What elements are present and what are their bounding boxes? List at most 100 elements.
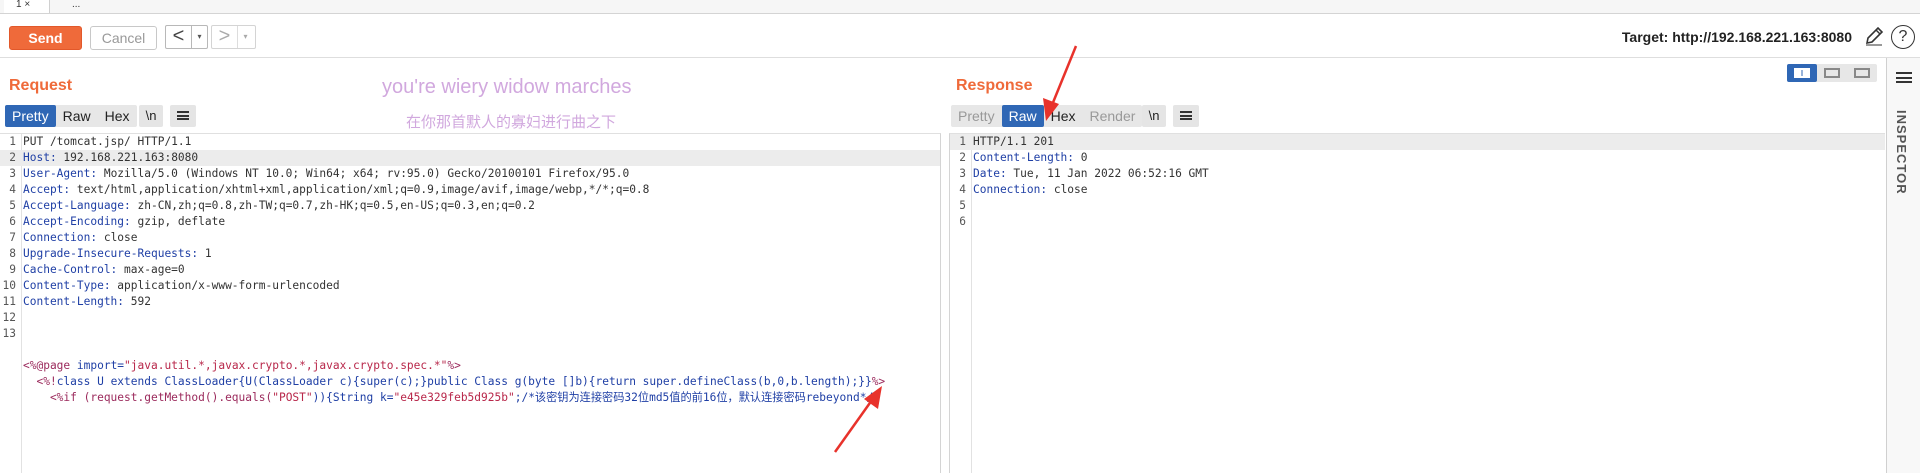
line-content: Cache-Control: max-age=0 xyxy=(23,262,185,278)
forward-history-dropdown[interactable]: ▾ xyxy=(238,26,253,48)
response-menu-icon[interactable] xyxy=(1173,105,1199,127)
header-name: User-Agent: xyxy=(23,167,98,180)
line-content: HTTP/1.1 201 xyxy=(973,134,1054,150)
request-show-newlines-button[interactable]: \n xyxy=(139,105,163,127)
header-name: Host: xyxy=(23,151,57,164)
layout-toggle-group xyxy=(1787,64,1877,82)
response-tab-render[interactable]: Render xyxy=(1083,105,1143,127)
line-number: 2 xyxy=(9,151,16,164)
code-line-5: 5 xyxy=(950,198,1885,214)
code-line-3: 3 User-Agent: Mozilla/5.0 (Windows NT 10.… xyxy=(0,166,940,182)
request-tab-hex[interactable]: Hex xyxy=(98,105,137,127)
help-icon[interactable]: ? xyxy=(1891,25,1915,49)
line-content: Date: Tue, 11 Jan 2022 06:52:16 GMT xyxy=(973,166,1209,182)
code-line-11: 11 Content-Length: 592 xyxy=(0,294,940,310)
layout-side-by-side-icon[interactable] xyxy=(1787,64,1817,82)
header-value: HTTP/1.1 201 xyxy=(973,135,1054,148)
watermark-text-en: you're wiery widow marches xyxy=(382,76,632,98)
line-content: Upgrade-Insecure-Requests: 1 xyxy=(23,246,212,262)
code-line-2: 2 Host: 192.168.221.163:8080 xyxy=(0,150,940,166)
header-name: Content-Type: xyxy=(23,279,111,292)
line-number: 5 xyxy=(959,199,966,212)
header-name: Date: xyxy=(973,167,1007,180)
line-content: Accept: text/html,application/xhtml+xml,… xyxy=(23,182,649,198)
edit-target-pencil-icon[interactable] xyxy=(1863,25,1885,47)
header-name: Connection: xyxy=(23,231,98,244)
code-line-2: 2 Content-Length: 0 xyxy=(950,150,1885,166)
request-view-tabs: Pretty Raw Hex xyxy=(5,105,137,127)
code-line-3: 3 Date: Tue, 11 Jan 2022 06:52:16 GMT xyxy=(950,166,1885,182)
line-content: Connection: close xyxy=(23,230,138,246)
request-menu-icon[interactable] xyxy=(170,105,196,127)
response-show-newlines-button[interactable]: \n xyxy=(1142,105,1166,127)
code-line-15: <%if (request.getMethod().equals("POST")… xyxy=(23,391,880,404)
request-editor[interactable]: 1 PUT /tomcat.jsp/ HTTP/1.1 2 Host: 192.168… xyxy=(0,133,941,473)
line-number: 6 xyxy=(959,215,966,228)
repeater-tab-1[interactable]: 1 × xyxy=(4,0,50,13)
line-number: 4 xyxy=(959,183,966,196)
response-tab-raw[interactable]: Raw xyxy=(1001,105,1044,127)
line-number: 2 xyxy=(959,151,966,164)
send-button[interactable]: Send xyxy=(9,26,82,50)
code-line-12: 12 xyxy=(0,310,940,326)
back-history-dropdown[interactable]: ▾ xyxy=(192,26,207,48)
line-content: Content-Length: 0 xyxy=(973,150,1088,166)
response-tab-pretty[interactable]: Pretty xyxy=(951,105,1002,127)
header-name: Accept: xyxy=(23,183,71,196)
line-content: Accept-Language: zh-CN,zh;q=0.8,zh-TW;q=… xyxy=(23,198,535,214)
line-content: Content-Length: 592 xyxy=(23,294,151,310)
repeater-toolbar: Send Cancel < ▾ > ▾ Target: http://192.1… xyxy=(0,14,1920,58)
layout-tabs-icon[interactable] xyxy=(1847,64,1877,82)
history-forward-group: > ▾ xyxy=(211,25,256,49)
code-line-10: 10 Content-Type: application/x-www-form-u… xyxy=(0,278,940,294)
line-number: 11 xyxy=(2,295,16,308)
tab-strip: 1 × ... xyxy=(0,0,1920,14)
header-value: Tue, 11 Jan 2022 06:52:16 GMT xyxy=(1006,167,1209,180)
header-value: zh-CN,zh;q=0.8,zh-TW;q=0.7,zh-HK;q=0.5,e… xyxy=(130,199,535,212)
line-number: 1 xyxy=(9,135,16,148)
line-number: 7 xyxy=(9,231,16,244)
header-name: Accept-Encoding: xyxy=(23,215,131,228)
back-button[interactable]: < xyxy=(166,26,192,48)
response-view-tabs: Pretty Raw Hex Render xyxy=(951,105,1143,127)
line-number: 8 xyxy=(9,247,16,260)
header-value: max-age=0 xyxy=(117,263,185,276)
response-tab-hex[interactable]: Hex xyxy=(1044,105,1083,127)
request-tab-raw[interactable]: Raw xyxy=(56,105,98,127)
line-number: 1 xyxy=(959,135,966,148)
response-title: Response xyxy=(956,77,1033,94)
header-name: Content-Length: xyxy=(973,151,1075,164)
history-back-group: < ▾ xyxy=(165,25,208,49)
header-name: Content-Length: xyxy=(23,295,125,308)
header-value: PUT /tomcat.jsp/ HTTP/1.1 xyxy=(23,135,192,148)
forward-button[interactable]: > xyxy=(212,26,238,48)
header-value: 1 xyxy=(198,247,212,260)
cancel-button[interactable]: Cancel xyxy=(90,26,157,50)
header-value: gzip, deflate xyxy=(130,215,226,228)
new-tab-button[interactable]: ... xyxy=(72,0,80,13)
inspector-label: INSPECTOR xyxy=(1894,110,1909,195)
header-value: 592 xyxy=(124,295,151,308)
layout-top-bottom-icon[interactable] xyxy=(1817,64,1847,82)
line-content: PUT /tomcat.jsp/ HTTP/1.1 xyxy=(23,134,191,150)
code-line-1: 1 HTTP/1.1 201 xyxy=(950,134,1885,150)
header-name: Connection: xyxy=(973,183,1048,196)
code-line-9: 9 Cache-Control: max-age=0 xyxy=(0,262,940,278)
header-name: Cache-Control: xyxy=(23,263,118,276)
header-value: text/html,application/xhtml+xml,applicat… xyxy=(70,183,650,196)
code-line-8: 8 Upgrade-Insecure-Requests: 1 xyxy=(0,246,940,262)
code-line-4: 4 Accept: text/html,application/xhtml+xml… xyxy=(0,182,940,198)
inspector-panel[interactable]: INSPECTOR xyxy=(1886,58,1920,473)
response-editor[interactable]: 1 HTTP/1.1 201 2 Content-Length: 0 3 Date: Tu… xyxy=(949,133,1885,473)
line-number: 3 xyxy=(959,167,966,180)
code-line-6: 6 xyxy=(950,214,1885,230)
inspector-menu-icon[interactable] xyxy=(1896,72,1912,83)
code-line-5: 5 Accept-Language: zh-CN,zh;q=0.8,zh-TW;q… xyxy=(0,198,940,214)
line-number: 6 xyxy=(9,215,16,228)
line-number: 5 xyxy=(9,199,16,212)
line-content: Host: 192.168.221.163:8080 xyxy=(23,150,198,166)
header-value: close xyxy=(1047,183,1088,196)
header-value: 0 xyxy=(1074,151,1088,164)
line-number: 10 xyxy=(2,279,16,292)
request-tab-pretty[interactable]: Pretty xyxy=(5,105,56,127)
